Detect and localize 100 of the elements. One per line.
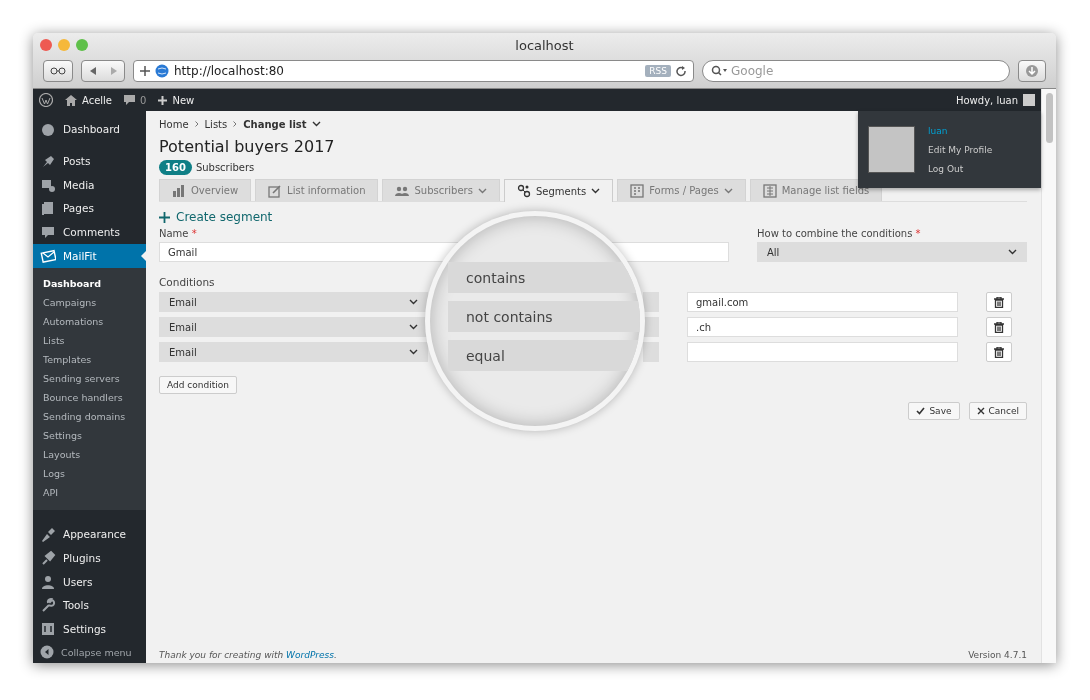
submenu-item[interactable]: Settings xyxy=(33,426,146,445)
field-select[interactable]: Email xyxy=(159,292,428,312)
submenu-item[interactable]: Campaigns xyxy=(33,293,146,312)
forward-icon[interactable] xyxy=(109,66,118,76)
sidebar-item[interactable]: Pages xyxy=(33,196,146,221)
speech-bubble-icon xyxy=(124,95,136,105)
tab[interactable]: List information xyxy=(255,179,379,201)
user-name-link[interactable]: luan xyxy=(928,125,993,136)
combine-select[interactable]: All xyxy=(757,242,1027,262)
save-button[interactable]: Save xyxy=(908,402,960,420)
collapse-icon xyxy=(40,645,54,660)
bar-chart-icon xyxy=(172,183,186,198)
user-icon xyxy=(40,573,56,590)
sidebar-item[interactable]: Plugins xyxy=(33,545,146,570)
submenu-item[interactable]: Layouts xyxy=(33,445,146,464)
segments-icon xyxy=(516,184,531,198)
comments-link[interactable]: 0 xyxy=(124,94,147,106)
submenu-item[interactable]: Logs xyxy=(33,464,146,483)
submenu-item[interactable]: Sending servers xyxy=(33,369,146,388)
address-field[interactable]: http://localhost:80 RSS xyxy=(133,60,694,82)
submenu-item[interactable]: API xyxy=(33,483,146,502)
close-button[interactable] xyxy=(40,39,52,51)
speech-bubble-icon xyxy=(40,224,56,241)
subscriber-count-badge: 160 xyxy=(159,160,192,175)
chevron-down-icon xyxy=(409,349,418,355)
trash-icon xyxy=(994,296,1004,308)
tab[interactable]: Segments xyxy=(503,179,614,202)
chevron-down-icon xyxy=(723,187,733,194)
back-icon[interactable] xyxy=(88,66,97,76)
tab[interactable]: Overview xyxy=(159,179,252,201)
chevron-down-icon xyxy=(1008,249,1017,255)
sidebar-item[interactable]: Comments xyxy=(33,220,146,245)
value-field[interactable]: .ch xyxy=(687,317,958,337)
chevron-down-icon xyxy=(409,324,418,330)
delete-button[interactable] xyxy=(986,317,1012,337)
change-list-dropdown[interactable]: Change list xyxy=(243,118,321,130)
tab[interactable]: Manage list fields xyxy=(749,179,883,201)
sidebar-item[interactable]: Appearance xyxy=(33,522,146,546)
user-menu-item[interactable]: Edit My Profile xyxy=(928,144,993,155)
cancel-button[interactable]: Cancel xyxy=(968,402,1027,420)
trash-icon xyxy=(994,346,1004,358)
pages-icon xyxy=(40,200,56,217)
conditions-label: Conditions xyxy=(159,276,215,288)
search-icon xyxy=(711,65,727,77)
field-select[interactable]: Email xyxy=(159,317,428,337)
submenu-item[interactable]: Sending domains xyxy=(33,407,146,426)
trash-icon xyxy=(994,321,1004,333)
sidebar-item[interactable]: Users xyxy=(33,569,146,594)
version-text: Version 4.7.1 xyxy=(968,650,1027,660)
user-menu-item[interactable]: Log Out xyxy=(928,163,993,174)
submenu-item[interactable]: Dashboard xyxy=(33,274,146,293)
sidebar-item[interactable]: Posts xyxy=(33,148,146,173)
submenu-item[interactable]: Bounce handlers xyxy=(33,388,146,407)
chevron-down-icon xyxy=(311,121,321,127)
wrench-icon xyxy=(40,597,56,614)
glasses-icon xyxy=(50,67,66,75)
site-link[interactable]: Acelle xyxy=(65,94,113,106)
operator-select-magnified: not contains xyxy=(448,301,640,332)
globe-icon xyxy=(155,64,169,78)
scrollbar[interactable] xyxy=(1041,89,1056,663)
sidebar-item[interactable]: Settings xyxy=(33,617,146,642)
downloads-button[interactable] xyxy=(1018,60,1046,82)
page-title: Potential buyers 2017 xyxy=(159,137,335,156)
value-field[interactable] xyxy=(687,342,958,362)
chevron-down-icon xyxy=(591,188,601,194)
submenu-item[interactable]: Lists xyxy=(33,331,146,350)
value-field[interactable]: gmail.com xyxy=(687,292,958,312)
reader-button[interactable] xyxy=(43,60,73,82)
delete-button[interactable] xyxy=(986,292,1012,312)
account-link[interactable]: Howdy, luan xyxy=(955,94,1035,106)
plus-icon xyxy=(140,66,150,76)
sidebar-item[interactable]: Media xyxy=(33,172,146,197)
sidebar-item[interactable]: MailFit xyxy=(33,244,146,268)
zoom-button[interactable] xyxy=(76,39,88,51)
wordpress-link[interactable]: WordPress xyxy=(286,650,334,660)
reload-icon[interactable] xyxy=(676,65,687,77)
collapse-menu-button[interactable]: Collapse menu xyxy=(33,641,146,663)
field-select[interactable]: Email xyxy=(159,342,428,362)
download-icon xyxy=(1025,64,1039,78)
breadcrumb-link[interactable]: Home xyxy=(159,118,189,130)
minimize-button[interactable] xyxy=(58,39,70,51)
new-link[interactable]: New xyxy=(158,94,195,106)
plus-icon xyxy=(159,211,170,223)
breadcrumb-separator-icon xyxy=(233,121,238,127)
sidebar-item[interactable]: Tools xyxy=(33,593,146,618)
breadcrumb-separator-icon xyxy=(194,121,199,127)
add-condition-button[interactable]: Add condition xyxy=(159,376,237,394)
subscribers-label: Subscribers xyxy=(195,162,255,173)
delete-button[interactable] xyxy=(986,342,1012,362)
operator-select-magnified: equal xyxy=(448,340,640,371)
submenu-item[interactable]: Templates xyxy=(33,350,146,369)
paintbrush-icon xyxy=(40,525,56,542)
wordpress-logo-icon[interactable] xyxy=(39,93,53,107)
submenu-item[interactable]: Automations xyxy=(33,312,146,331)
table-icon xyxy=(762,183,777,198)
sidebar-item[interactable]: Dashboard xyxy=(33,117,146,141)
breadcrumb-link[interactable]: Lists xyxy=(204,118,228,130)
footer-text: Thank you for creating with WordPress. xyxy=(159,650,337,660)
chevron-down-icon xyxy=(409,299,418,305)
chevron-down-icon xyxy=(477,187,487,194)
